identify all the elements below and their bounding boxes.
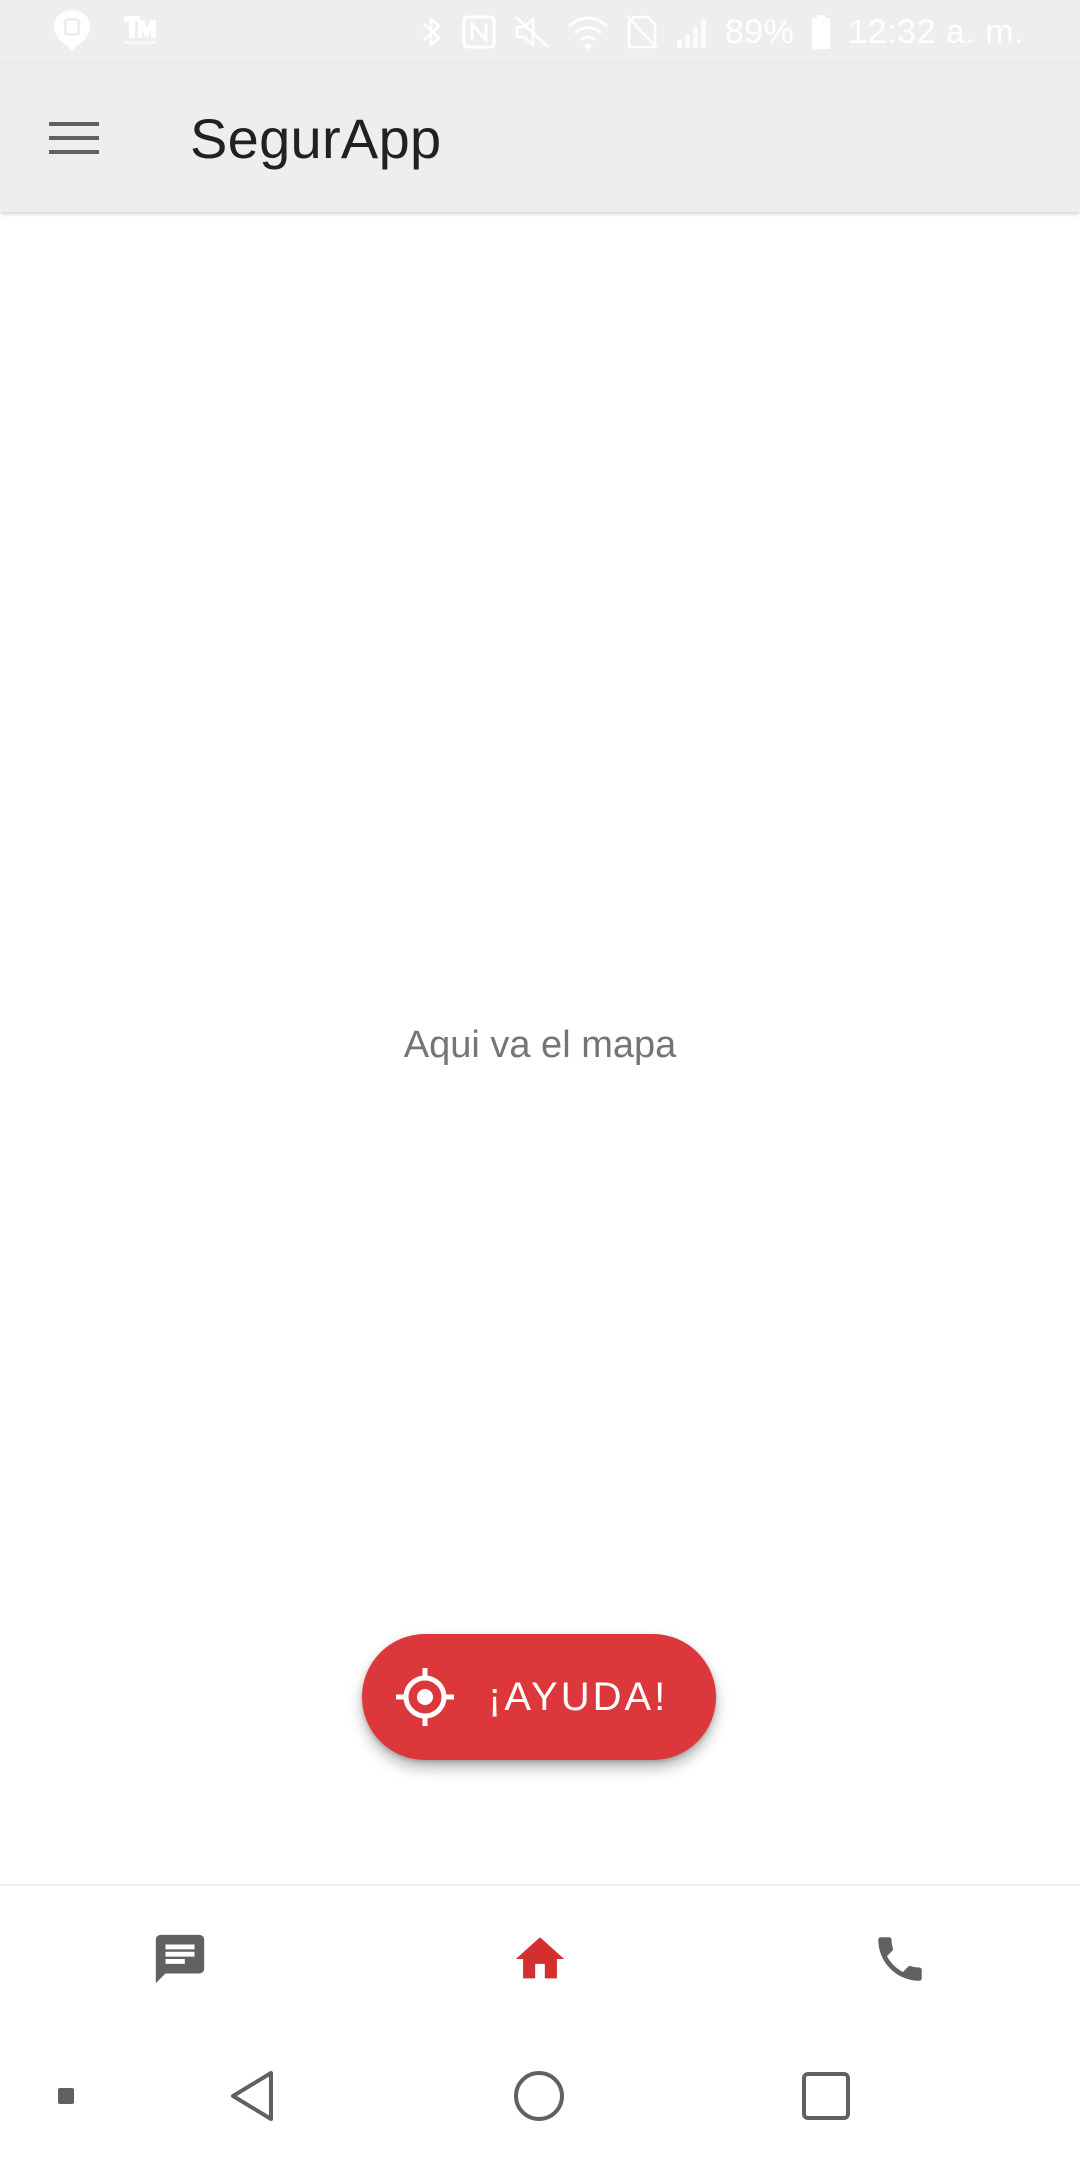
app-title: SegurApp [190, 106, 442, 170]
status-bar: 89% 12:32 a. m. [0, 0, 1080, 64]
chat-message-icon [151, 1930, 209, 1993]
phone-icon [871, 1930, 929, 1993]
map-placeholder-text: Aqui va el mapa [403, 1024, 677, 1066]
signal-icon [675, 14, 709, 50]
system-back-button[interactable] [216, 2062, 288, 2134]
status-indicators: 89% 12:32 a. m. [419, 10, 1024, 54]
nfc-icon [461, 14, 497, 50]
nav-item-home[interactable] [360, 1886, 720, 2036]
bottom-navigation [0, 1884, 1080, 2036]
mute-icon [513, 14, 551, 50]
hamburger-menu-icon [49, 120, 99, 161]
system-dot-button[interactable] [30, 2062, 102, 2134]
wifi-icon [567, 14, 609, 50]
notification-tm-icon [118, 10, 158, 55]
nav-item-messages[interactable] [0, 1886, 360, 2036]
system-recents-button[interactable] [790, 2062, 862, 2134]
home-icon [511, 1930, 569, 1993]
status-notifications [52, 8, 158, 57]
no-sim-icon [625, 14, 659, 50]
gps-target-icon [396, 1668, 454, 1731]
nav-item-phone[interactable] [720, 1886, 1080, 2036]
battery-icon [810, 14, 832, 50]
system-home-button[interactable] [503, 2062, 575, 2134]
bluetooth-icon [419, 14, 445, 50]
app-bar: SegurApp [0, 64, 1080, 212]
clock: 12:32 a. m. [848, 12, 1024, 51]
notification-app-icon [52, 8, 92, 57]
recents-icon [801, 2071, 851, 2126]
help-button-label: ¡AYUDA! [488, 1674, 669, 1719]
home-circle-icon [512, 2069, 566, 2128]
system-navigation-bar [0, 2034, 1080, 2160]
help-button[interactable]: ¡AYUDA! [362, 1634, 716, 1760]
battery-percentage: 89% [724, 12, 795, 51]
dot-icon [58, 2087, 74, 2109]
menu-button[interactable] [38, 104, 110, 176]
back-icon [227, 2069, 277, 2128]
